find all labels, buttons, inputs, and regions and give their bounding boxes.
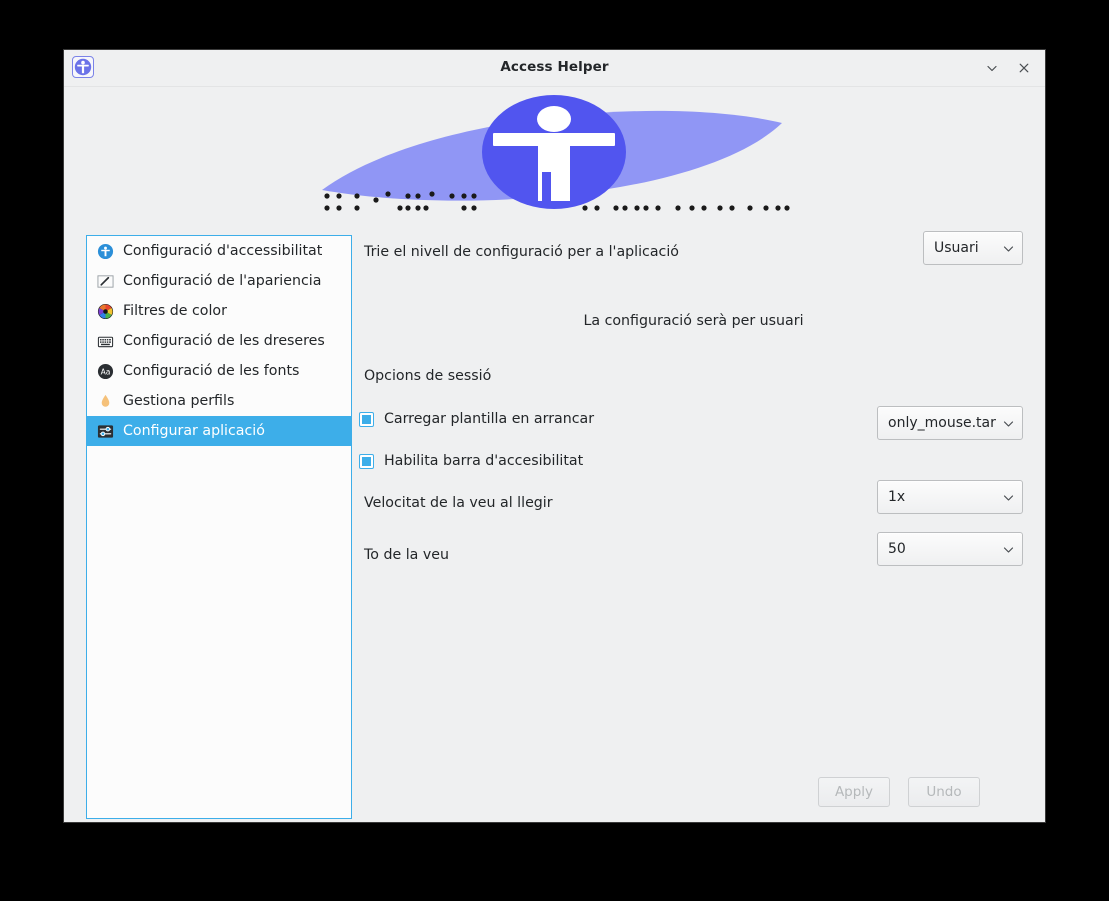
sidebar-item-label: Configurar aplicació [123, 423, 265, 439]
enable-accessibility-bar-checkbox[interactable] [359, 453, 374, 469]
voice-pitch-dropdown[interactable]: 50 [877, 532, 1023, 566]
sidebar-item-configure-application[interactable]: Configurar aplicació [87, 416, 351, 446]
config-level-value: Usuari [934, 240, 979, 256]
banner-artwork [322, 95, 782, 209]
template-file-dropdown[interactable]: only_mouse.tar [877, 406, 1023, 440]
load-template-label: Carregar plantilla en arrancar [384, 411, 595, 427]
sidebar-item-label: Configuració de l'apariencia [123, 273, 322, 289]
sidebar-item-label: Configuració de les fonts [123, 363, 300, 379]
minimize-button[interactable] [981, 57, 1003, 79]
enable-accessibility-bar-row[interactable]: Habilita barra d'accesibilitat [359, 453, 583, 469]
header-banner [64, 87, 1045, 217]
person-head [537, 106, 571, 132]
enable-accessibility-bar-label: Habilita barra d'accesibilitat [384, 453, 584, 469]
chevron-down-icon [1002, 491, 1015, 504]
appearance-pencil-icon [97, 274, 114, 288]
window-body: Configuració d'accessibilitat Configurac… [64, 217, 1045, 823]
sidebar-item-profiles[interactable]: Gestiona perfils [87, 386, 351, 416]
config-level-note: La configuració serà per usuari [583, 313, 804, 329]
window-controls [981, 57, 1035, 79]
keyboard-icon [97, 336, 114, 347]
sidebar-item-label: Gestiona perfils [123, 393, 235, 409]
screen: Access Helper Configuració d'accessibili… [0, 0, 1109, 901]
sidebar-item-fonts[interactable]: Aa Configuració de les fonts [87, 356, 351, 386]
chevron-down-icon [1002, 543, 1015, 556]
color-wheel-icon [97, 303, 114, 319]
sidebar-item-shortcuts[interactable]: Configuració de les dreseres [87, 326, 351, 356]
settings-pane: Trie el nivell de configuració per a l'a… [359, 217, 1045, 823]
title-bar: Access Helper [64, 50, 1045, 87]
voice-speed-dropdown[interactable]: 1x [877, 480, 1023, 514]
sidebar-item-accessibility[interactable]: Configuració d'accessibilitat [87, 236, 351, 266]
sliders-icon [97, 424, 114, 438]
person-leg-gap [542, 172, 551, 201]
font-aa-icon: Aa [97, 363, 114, 379]
undo-button[interactable]: Undo [908, 777, 980, 807]
load-template-checkbox[interactable] [359, 411, 374, 427]
window-title: Access Helper [500, 59, 609, 75]
session-options-title: Opcions de sessió [364, 368, 492, 384]
sidebar-item-label: Configuració de les dreseres [123, 333, 325, 349]
voice-pitch-label: To de la veu [364, 547, 449, 563]
application-window: Access Helper Configuració d'accessibili… [64, 50, 1045, 822]
config-level-label: Trie el nivell de configuració per a l'a… [364, 244, 679, 260]
svg-text:Aa: Aa [101, 367, 111, 376]
sidebar-item-appearance[interactable]: Configuració de l'apariencia [87, 266, 351, 296]
sidebar-list[interactable]: Configuració d'accessibilitat Configurac… [86, 235, 352, 819]
voice-speed-value: 1x [888, 489, 906, 505]
braille-dots-left [324, 191, 477, 211]
chevron-down-icon [1002, 417, 1015, 430]
accessibility-icon [97, 243, 114, 259]
voice-pitch-value: 50 [888, 541, 906, 557]
chevron-down-icon [1002, 242, 1015, 255]
voice-speed-label: Velocitat de la veu al llegir [364, 495, 553, 511]
close-button[interactable] [1013, 57, 1035, 79]
load-template-checkbox-row[interactable]: Carregar plantilla en arrancar [359, 411, 594, 427]
config-level-dropdown[interactable]: Usuari [923, 231, 1023, 265]
sidebar-item-label: Filtres de color [123, 303, 227, 319]
flame-icon [101, 394, 110, 407]
sidebar-item-label: Configuració d'accessibilitat [123, 243, 323, 259]
braille-dots-right [582, 205, 790, 211]
template-file-value: only_mouse.tar [888, 415, 996, 431]
sidebar-item-color-filters[interactable]: Filtres de color [87, 296, 351, 326]
apply-button[interactable]: Apply [818, 777, 890, 807]
